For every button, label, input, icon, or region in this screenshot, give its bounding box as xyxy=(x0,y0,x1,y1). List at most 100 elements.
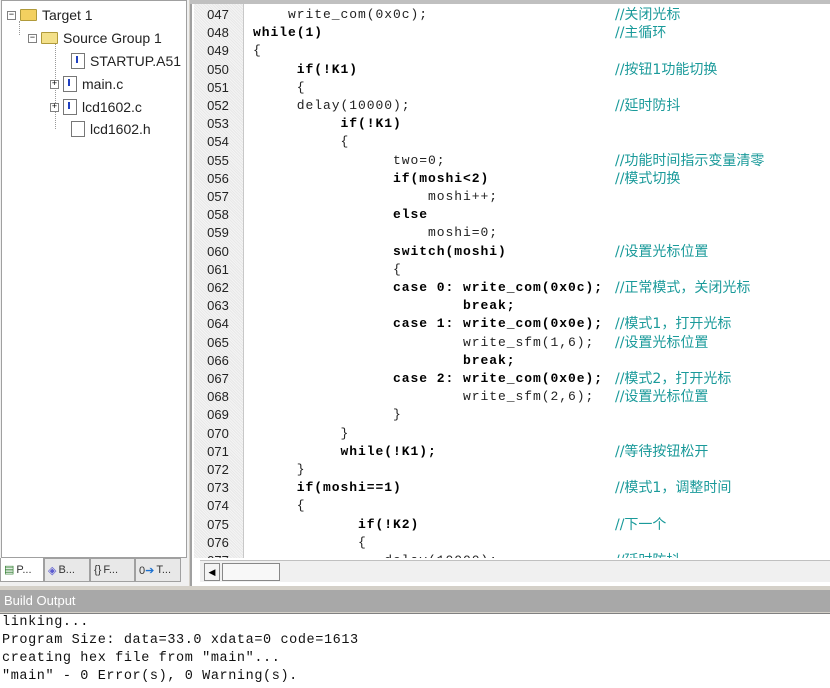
scrollbar-thumb[interactable] xyxy=(222,563,280,581)
output-line: linking... xyxy=(2,615,90,630)
target-label: Target 1 xyxy=(42,7,93,23)
line-number: 057 xyxy=(207,189,229,204)
collapse-icon[interactable]: − xyxy=(7,10,16,20)
code-comment: //下一个 xyxy=(615,516,667,533)
code-line[interactable]: 075 if(!K2) //下一个 xyxy=(192,516,830,534)
tab-functions[interactable]: {} F... xyxy=(90,558,135,582)
file-label: lcd1602.c xyxy=(82,99,142,115)
file-icon xyxy=(71,53,85,69)
code-line[interactable]: 064 case 1: write_com(0x0e); //模式1，打开光标 xyxy=(192,315,830,333)
line-number: 064 xyxy=(207,316,229,332)
code-line[interactable]: 063 break; xyxy=(192,297,830,315)
code-text: { xyxy=(253,261,402,277)
line-number: 051 xyxy=(207,79,229,95)
code-comment: //按钮1功能切换 xyxy=(615,61,718,78)
code-line[interactable]: 061 { xyxy=(192,261,830,279)
line-number: 062 xyxy=(207,280,229,295)
code-comment: //功能时间指示变量清零 xyxy=(615,152,765,169)
group-label: Source Group 1 xyxy=(63,30,162,46)
code-line[interactable]: 072 } xyxy=(192,461,830,479)
code-text: } xyxy=(253,462,306,477)
code-text: { xyxy=(253,43,262,59)
code-text: write_com(0x0c); xyxy=(253,7,429,22)
line-number: 063 xyxy=(207,298,229,314)
file-icon xyxy=(63,99,77,115)
code-text: case 2: write_com(0x0e); xyxy=(253,371,604,386)
tree-file-lcd1602c[interactable]: + lcd1602.c xyxy=(50,97,142,117)
code-line[interactable]: 048 while(1) //主循环 xyxy=(192,24,830,42)
scroll-left-icon[interactable]: ◀ xyxy=(204,563,220,581)
code-line[interactable]: 068 write_sfm(2,6); //设置光标位置 xyxy=(192,388,830,406)
expand-icon[interactable]: + xyxy=(50,79,59,89)
code-line[interactable]: 059 moshi=0; xyxy=(192,224,830,242)
code-line[interactable]: 069 } xyxy=(192,406,830,424)
code-line[interactable]: 054 { xyxy=(192,133,830,151)
code-line[interactable]: 062 case 0: write_com(0x0c); //正常模式，关闭光标 xyxy=(192,279,830,297)
code-line[interactable]: 047 write_com(0x0c); //关闭光标 xyxy=(192,6,830,24)
code-text: case 0: write_com(0x0c); xyxy=(253,280,604,295)
code-line[interactable]: 058 else xyxy=(192,206,830,224)
code-line[interactable]: 053 if(!K1) xyxy=(192,115,830,133)
code-text: { xyxy=(253,79,306,95)
line-number: 050 xyxy=(207,61,229,77)
line-number: 065 xyxy=(207,334,229,350)
code-line[interactable]: 055 two=0; //功能时间指示变量清零 xyxy=(192,152,830,170)
line-number: 052 xyxy=(207,98,229,113)
horizontal-scrollbar[interactable]: ◀ xyxy=(200,560,830,582)
code-line[interactable]: 060 switch(moshi) //设置光标位置 xyxy=(192,243,830,261)
tab-templates[interactable]: 0➔ T... xyxy=(135,558,181,582)
code-text: delay(10000); xyxy=(253,552,498,558)
file-icon xyxy=(71,121,85,137)
code-comment: //模式1，调整时间 xyxy=(615,480,732,497)
code-line[interactable]: 052 delay(10000); //延时防抖 xyxy=(192,97,830,115)
line-number: 072 xyxy=(207,462,229,477)
code-text: if(!K1) xyxy=(253,116,402,132)
expand-icon[interactable]: + xyxy=(50,102,59,112)
code-line[interactable]: 056 if(moshi<2) //模式切换 xyxy=(192,170,830,188)
code-comment: //模式2，打开光标 xyxy=(615,371,732,387)
code-line[interactable]: 073 if(moshi==1) //模式1，调整时间 xyxy=(192,479,830,497)
tab-books[interactable]: ◈ B... xyxy=(44,558,90,582)
tab-project[interactable]: ▤ P... xyxy=(0,558,44,582)
code-text: if(!K1) xyxy=(253,61,359,77)
code-line[interactable]: 065 write_sfm(1,6); //设置光标位置 xyxy=(192,334,830,352)
code-line[interactable]: 071 while(!K1); //等待按钮松开 xyxy=(192,443,830,461)
tree-target[interactable]: − Target 1 xyxy=(7,5,93,25)
code-text: break; xyxy=(253,352,516,368)
code-editor[interactable]: 047 write_com(0x0c); //关闭光标 048 while(1) //主… xyxy=(190,0,830,586)
code-line[interactable]: 049 { xyxy=(192,42,830,60)
code-line[interactable]: 066 break; xyxy=(192,352,830,370)
code-text: break; xyxy=(253,298,516,314)
code-line[interactable]: 050 if(!K1) //按钮1功能切换 xyxy=(192,61,830,79)
tree-source-group[interactable]: − Source Group 1 xyxy=(28,28,162,48)
code-comment: //延时防抖 xyxy=(615,98,681,114)
code-text: if(moshi<2) xyxy=(253,170,490,186)
line-number: 048 xyxy=(207,25,229,41)
code-area[interactable]: 047 write_com(0x0c); //关闭光标 048 while(1) //主… xyxy=(192,4,830,558)
code-text: if(!K2) xyxy=(253,516,420,532)
code-line[interactable]: 057 moshi++; xyxy=(192,188,830,206)
code-comment: //等待按钮松开 xyxy=(615,443,709,460)
code-line[interactable]: 074 { xyxy=(192,497,830,515)
code-line[interactable]: 067 case 2: write_com(0x0e); //模式2，打开光标 xyxy=(192,370,830,388)
code-text: moshi++; xyxy=(253,189,499,204)
target-icon xyxy=(20,9,37,21)
code-text: { xyxy=(253,498,306,514)
tree-file-startup[interactable]: STARTUP.A51 xyxy=(71,51,181,71)
code-line[interactable]: 077 delay(10000); //延时防抖 xyxy=(192,552,830,558)
line-number: 068 xyxy=(207,389,229,405)
line-number: 049 xyxy=(207,43,229,59)
code-text: switch(moshi) xyxy=(253,243,507,259)
tab-label: B... xyxy=(58,564,75,576)
collapse-icon[interactable]: − xyxy=(28,33,37,43)
line-number: 074 xyxy=(207,498,229,514)
line-number: 075 xyxy=(207,516,229,532)
code-text: write_sfm(2,6); xyxy=(253,389,595,405)
tree-file-main[interactable]: + main.c xyxy=(50,74,123,94)
code-line[interactable]: 051 { xyxy=(192,79,830,97)
code-line[interactable]: 076 { xyxy=(192,534,830,552)
tab-label: T... xyxy=(156,564,172,576)
file-label: STARTUP.A51 xyxy=(90,53,182,69)
tree-file-lcd1602h[interactable]: lcd1602.h xyxy=(71,119,151,139)
code-line[interactable]: 070 } xyxy=(192,425,830,443)
